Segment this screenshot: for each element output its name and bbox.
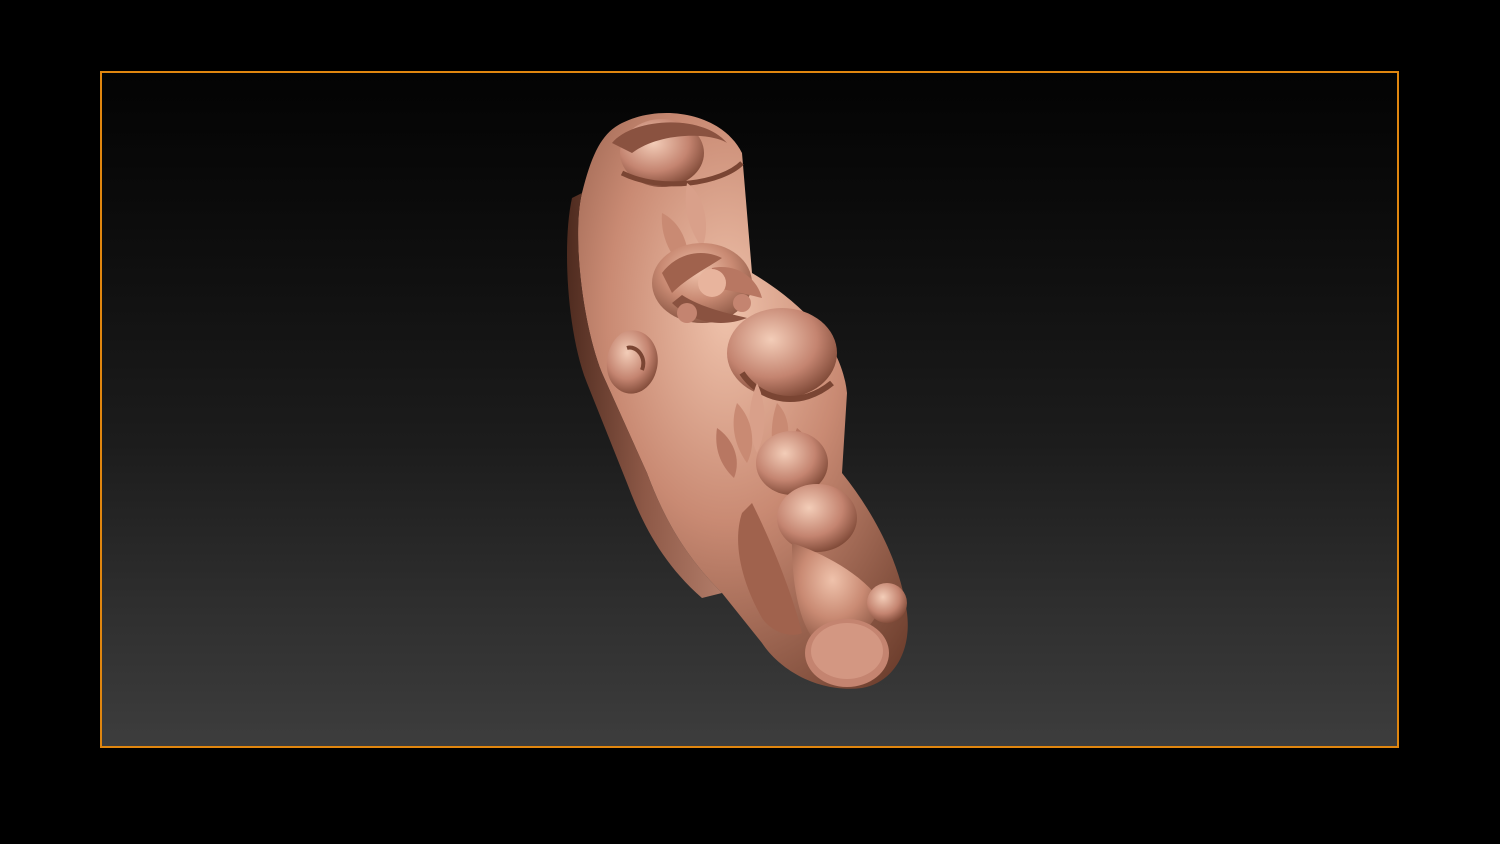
sculpt-app-window — [0, 0, 1500, 844]
3d-viewport[interactable] — [100, 71, 1399, 748]
sculpt-model[interactable] — [102, 73, 1397, 746]
foot-base — [805, 619, 889, 687]
